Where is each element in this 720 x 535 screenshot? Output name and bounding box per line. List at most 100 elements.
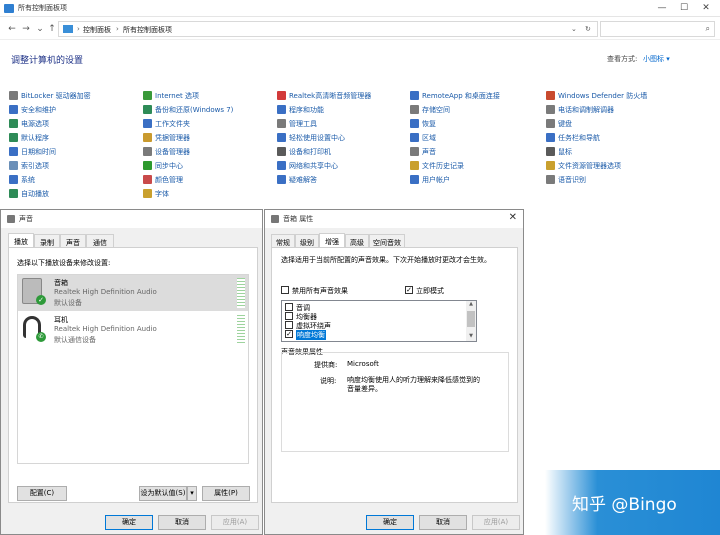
maximize-button[interactable]: ☐ bbox=[673, 0, 695, 17]
cp-item-icon bbox=[277, 175, 286, 184]
device-row-speakers[interactable]: ✓ 音箱 Realtek High Definition Audio 默认设备 bbox=[18, 275, 248, 311]
cp-item[interactable]: 工作文件夹 bbox=[143, 119, 190, 131]
cp-item-icon bbox=[546, 105, 555, 114]
search-input[interactable]: ⌕ bbox=[600, 21, 715, 37]
history-chevron-icon[interactable]: ⌄ bbox=[34, 22, 46, 36]
cp-item-icon bbox=[9, 189, 18, 198]
cp-item[interactable]: Internet 选项 bbox=[143, 91, 199, 103]
cp-item-icon bbox=[410, 147, 419, 156]
cp-item[interactable]: 疑难解答 bbox=[277, 175, 317, 187]
cp-item[interactable]: 存储空间 bbox=[410, 105, 450, 117]
cp-item[interactable]: 恢复 bbox=[410, 119, 436, 131]
cp-item[interactable]: 索引选项 bbox=[9, 161, 49, 173]
cp-item[interactable]: 电话和调制解调器 bbox=[546, 105, 614, 117]
cp-item[interactable]: 任务栏和导航 bbox=[546, 133, 600, 145]
cp-item[interactable]: 轻松使用设置中心 bbox=[277, 133, 345, 145]
tab-playback[interactable]: 播放 bbox=[8, 233, 34, 248]
cp-item-label: 区域 bbox=[422, 134, 436, 142]
cp-item[interactable]: Realtek高清晰音频管理器 bbox=[277, 91, 371, 103]
ok-button[interactable]: 确定 bbox=[105, 515, 153, 530]
cp-item-icon bbox=[546, 147, 555, 156]
effect-checkbox[interactable] bbox=[285, 312, 293, 320]
set-default-dropdown[interactable]: ▾ bbox=[187, 486, 197, 501]
cp-item-label: 安全和维护 bbox=[21, 106, 56, 114]
cp-item[interactable]: 鼠标 bbox=[546, 147, 572, 159]
cp-item-icon bbox=[546, 161, 555, 170]
tab-enhancements[interactable]: 增强 bbox=[319, 233, 345, 248]
up-arrow-icon[interactable]: ↑ bbox=[46, 22, 58, 36]
apply-button[interactable]: 应用(A) bbox=[211, 515, 259, 530]
cp-item-label: 索引选项 bbox=[21, 162, 49, 170]
effect-checkbox[interactable]: ✓ bbox=[285, 330, 293, 338]
apply-button[interactable]: 应用(A) bbox=[472, 515, 520, 530]
dropdown-chevron-icon[interactable]: ⌄ bbox=[571, 25, 577, 33]
cancel-button[interactable]: 取消 bbox=[158, 515, 206, 530]
forward-arrow-icon[interactable]: → bbox=[20, 22, 32, 36]
properties-button[interactable]: 属性(P) bbox=[202, 486, 250, 501]
tab-spatial-sound[interactable]: 空间音效 bbox=[369, 234, 405, 248]
cp-item[interactable]: 默认程序 bbox=[9, 133, 49, 145]
tab-communications[interactable]: 通信 bbox=[86, 234, 114, 248]
cp-item[interactable]: 文件历史记录 bbox=[410, 161, 464, 173]
close-icon[interactable]: ✕ bbox=[509, 212, 517, 223]
immediate-mode-checkbox[interactable]: ✓ bbox=[405, 286, 413, 294]
sound-dialog-titlebar: 声音 bbox=[1, 210, 262, 228]
breadcrumb-control-panel[interactable]: 控制面板 bbox=[83, 25, 111, 35]
cp-item[interactable]: 语音识别 bbox=[546, 175, 586, 187]
tab-recording[interactable]: 录制 bbox=[34, 234, 60, 248]
cp-item[interactable]: Windows Defender 防火墙 bbox=[546, 91, 647, 103]
cp-item-label: 自动播放 bbox=[21, 190, 49, 198]
cp-item[interactable]: 同步中心 bbox=[143, 161, 183, 173]
cp-item[interactable]: BitLocker 驱动器加密 bbox=[9, 91, 91, 103]
cp-item[interactable]: 颜色管理 bbox=[143, 175, 183, 187]
effect-checkbox[interactable] bbox=[285, 303, 293, 311]
back-arrow-icon[interactable]: ← bbox=[6, 22, 18, 36]
breadcrumb-all-items[interactable]: 所有控制面板项 bbox=[123, 25, 172, 35]
disable-all-checkbox[interactable] bbox=[281, 286, 289, 294]
cp-item[interactable]: 自动播放 bbox=[9, 189, 49, 201]
device-row-headphones[interactable]: ✆ 耳机 Realtek High Definition Audio 默认通信设… bbox=[18, 312, 248, 348]
minimize-button[interactable]: — bbox=[651, 0, 673, 17]
view-by-dropdown[interactable]: 小图标 ▾ bbox=[643, 54, 670, 64]
cp-item[interactable]: RemoteApp 和桌面连接 bbox=[410, 91, 500, 103]
cp-item[interactable]: 键盘 bbox=[546, 119, 572, 131]
ok-button[interactable]: 确定 bbox=[366, 515, 414, 530]
cp-item[interactable]: 设备和打印机 bbox=[277, 147, 331, 159]
tab-sounds[interactable]: 声音 bbox=[60, 234, 86, 248]
tab-advanced[interactable]: 高级 bbox=[345, 234, 369, 248]
tab-general[interactable]: 常规 bbox=[271, 234, 295, 248]
device-name: 音箱 bbox=[54, 279, 68, 287]
title-bar: 所有控制面板项 — ☐ ✕ bbox=[0, 0, 720, 17]
cp-item[interactable]: 安全和维护 bbox=[9, 105, 56, 117]
close-button[interactable]: ✕ bbox=[695, 0, 717, 17]
scroll-thumb[interactable] bbox=[467, 311, 475, 327]
configure-button[interactable]: 配置(C) bbox=[17, 486, 67, 501]
refresh-icon[interactable]: ↻ bbox=[585, 25, 591, 33]
scrollbar[interactable]: ▲ ▼ bbox=[466, 301, 476, 341]
cp-item-label: 默认程序 bbox=[21, 134, 49, 142]
cp-item[interactable]: 备份和还原(Windows 7) bbox=[143, 105, 233, 117]
cp-item[interactable]: 字体 bbox=[143, 189, 169, 201]
scroll-up-arrow-icon[interactable]: ▲ bbox=[466, 301, 476, 309]
cp-item[interactable]: 设备管理器 bbox=[143, 147, 190, 159]
effect-checkbox[interactable] bbox=[285, 321, 293, 329]
cp-item[interactable]: 网络和共享中心 bbox=[277, 161, 338, 173]
cp-item[interactable]: 声音 bbox=[410, 147, 436, 159]
cp-item[interactable]: 区域 bbox=[410, 133, 436, 145]
set-default-button[interactable]: 设为默认值(S) bbox=[139, 486, 187, 501]
cp-item[interactable]: 文件资源管理器选项 bbox=[546, 161, 621, 173]
cp-item[interactable]: 程序和功能 bbox=[277, 105, 324, 117]
cp-item[interactable]: 凭据管理器 bbox=[143, 133, 190, 145]
tab-levels[interactable]: 级别 bbox=[295, 234, 319, 248]
cp-item[interactable]: 日期和时间 bbox=[9, 147, 56, 159]
cp-item-label: 轻松使用设置中心 bbox=[289, 134, 345, 142]
breadcrumb-separator: › bbox=[116, 25, 119, 33]
cp-item[interactable]: 管理工具 bbox=[277, 119, 317, 131]
address-box[interactable]: › 控制面板 › 所有控制面板项 ⌄ ↻ bbox=[58, 21, 598, 37]
scroll-down-arrow-icon[interactable]: ▼ bbox=[466, 333, 476, 341]
cp-item[interactable]: 电源选项 bbox=[9, 119, 49, 131]
cp-item[interactable]: 系统 bbox=[9, 175, 35, 187]
cancel-button[interactable]: 取消 bbox=[419, 515, 467, 530]
cp-item[interactable]: 用户帐户 bbox=[410, 175, 450, 187]
control-panel-icon bbox=[4, 4, 14, 13]
